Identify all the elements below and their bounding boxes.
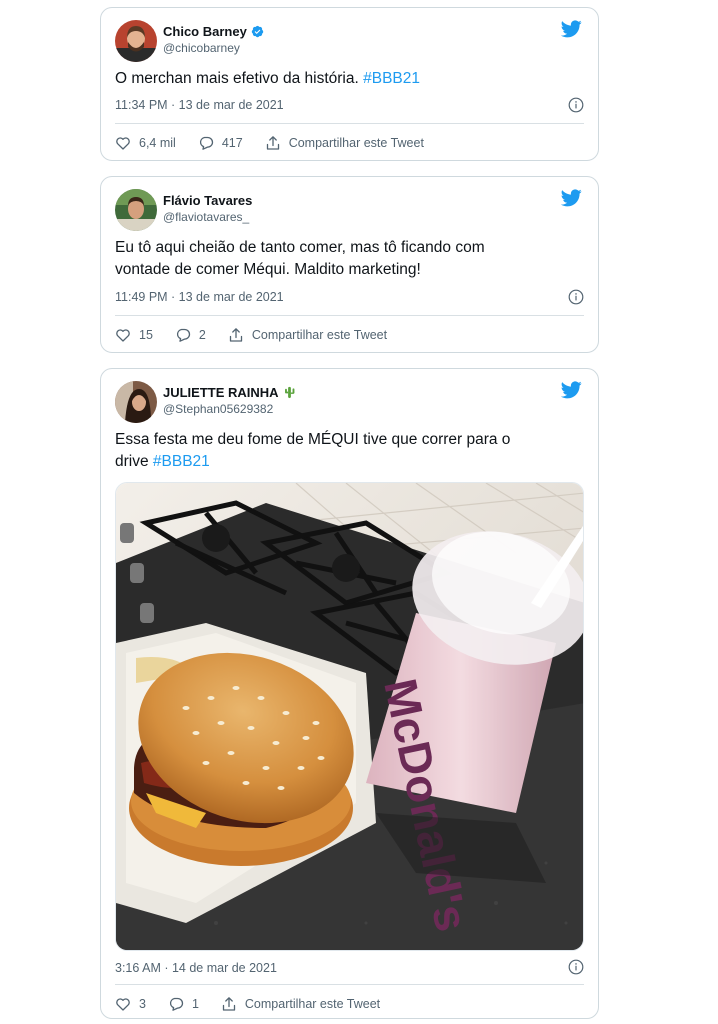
author-handle[interactable]: @Stephan05629382 [163, 402, 273, 416]
tweet-text-body: O merchan mais efetivo da história. [115, 70, 364, 87]
share-button[interactable]: Compartilhar este Tweet [228, 327, 387, 343]
share-icon [266, 136, 279, 150]
info-icon[interactable] [568, 289, 584, 305]
heart-icon [116, 998, 130, 1011]
share-icon [222, 997, 236, 1011]
share-icon [229, 328, 243, 342]
tweet-text-line: vontade de comer Méqui. Maldito marketin… [115, 261, 421, 278]
like-button[interactable]: 15 [115, 327, 153, 343]
tweet-actions: 15 2 Compartilhar este Tweet [115, 327, 584, 343]
tweet-text-line: Eu tô aqui cheião de tanto comer, mas tô… [115, 239, 485, 256]
avatar[interactable] [115, 20, 157, 62]
avatar[interactable] [115, 189, 157, 231]
hashtag-link[interactable]: #BBB21 [153, 453, 210, 470]
author-name-row[interactable]: Chico Barney [163, 24, 264, 39]
tweet-card[interactable]: Chico Barney @chicobarney O merchan mais… [100, 7, 599, 161]
like-count: 15 [139, 328, 153, 342]
author-handle[interactable]: @flaviotavares_ [163, 210, 249, 224]
heart-icon [116, 329, 130, 342]
tweet-card[interactable]: Flávio Tavares @flaviotavares_ Eu tô aqu… [100, 176, 599, 353]
like-count: 6,4 mil [139, 136, 176, 150]
twitter-bird-icon[interactable] [561, 381, 582, 399]
reply-button[interactable]: 417 [198, 135, 243, 151]
reply-count: 417 [221, 136, 243, 150]
share-label: Compartilhar este Tweet [244, 997, 381, 1011]
reply-button[interactable]: 1 [168, 996, 199, 1012]
author-name[interactable]: JULIETTE RAINHA [163, 385, 279, 400]
share-label: Compartilhar este Tweet [251, 328, 388, 342]
author-handle[interactable]: @chicobarney [163, 41, 240, 55]
divider [115, 123, 584, 124]
tweet-timestamp[interactable]: 11:34 PM · 13 de mar de 2021 [115, 98, 284, 112]
reply-button[interactable]: 2 [175, 327, 206, 343]
tweet-text: O merchan mais efetivo da história. #BBB… [115, 68, 584, 90]
avatar[interactable] [115, 381, 157, 423]
share-button[interactable]: Compartilhar este Tweet [221, 996, 380, 1012]
divider [115, 984, 584, 985]
twitter-bird-icon[interactable] [561, 20, 582, 38]
twitter-bird-icon[interactable] [561, 189, 582, 207]
tweet-card[interactable]: JULIETTE RAINHA @Stephan05629382 Essa fe… [100, 368, 599, 1019]
tweet-text: Eu tô aqui cheião de tanto comer, mas tô… [115, 237, 584, 281]
reply-count: 1 [191, 997, 199, 1011]
tweet-text-body: drive [115, 453, 153, 470]
reply-bubble-icon [176, 328, 190, 342]
like-button[interactable]: 3 [115, 996, 146, 1012]
divider [115, 315, 584, 316]
burger-shake-photo: McDonald's [116, 483, 583, 950]
tweet-timestamp[interactable]: 3:16 AM · 14 de mar de 2021 [115, 961, 277, 975]
info-icon[interactable] [568, 97, 584, 113]
author-name[interactable]: Flávio Tavares [163, 193, 252, 208]
hashtag-link[interactable]: #BBB21 [363, 70, 420, 87]
tweet-actions: 6,4 mil 417 Compartilhar este Tweet [115, 135, 584, 151]
share-label: Compartilhar este Tweet [288, 136, 424, 150]
reply-count: 2 [198, 328, 206, 342]
tweet-text-line: Essa festa me deu fome de MÉQUI tive que… [115, 431, 511, 448]
tweet-text-line-2: drive #BBB21 [115, 451, 584, 473]
reply-bubble-icon [169, 997, 184, 1011]
info-icon[interactable] [568, 959, 584, 975]
reply-bubble-icon [199, 136, 213, 150]
author-name-row[interactable]: JULIETTE RAINHA [163, 385, 296, 400]
verified-badge-icon [251, 25, 264, 38]
author-name-row[interactable]: Flávio Tavares [163, 193, 252, 208]
tweet-actions: 3 1 Compartilhar este Tweet [115, 996, 584, 1012]
share-button[interactable]: Compartilhar este Tweet [265, 135, 424, 151]
author-name[interactable]: Chico Barney [163, 24, 247, 39]
heart-icon [116, 137, 130, 150]
tweet-photo[interactable]: McDonald's [115, 482, 584, 951]
like-count: 3 [139, 997, 146, 1011]
cactus-icon [284, 386, 295, 399]
tweet-text: Essa festa me deu fome de MÉQUI tive que… [115, 429, 584, 473]
tweet-timestamp[interactable]: 11:49 PM · 13 de mar de 2021 [115, 290, 284, 304]
like-button[interactable]: 6,4 mil [115, 135, 176, 151]
